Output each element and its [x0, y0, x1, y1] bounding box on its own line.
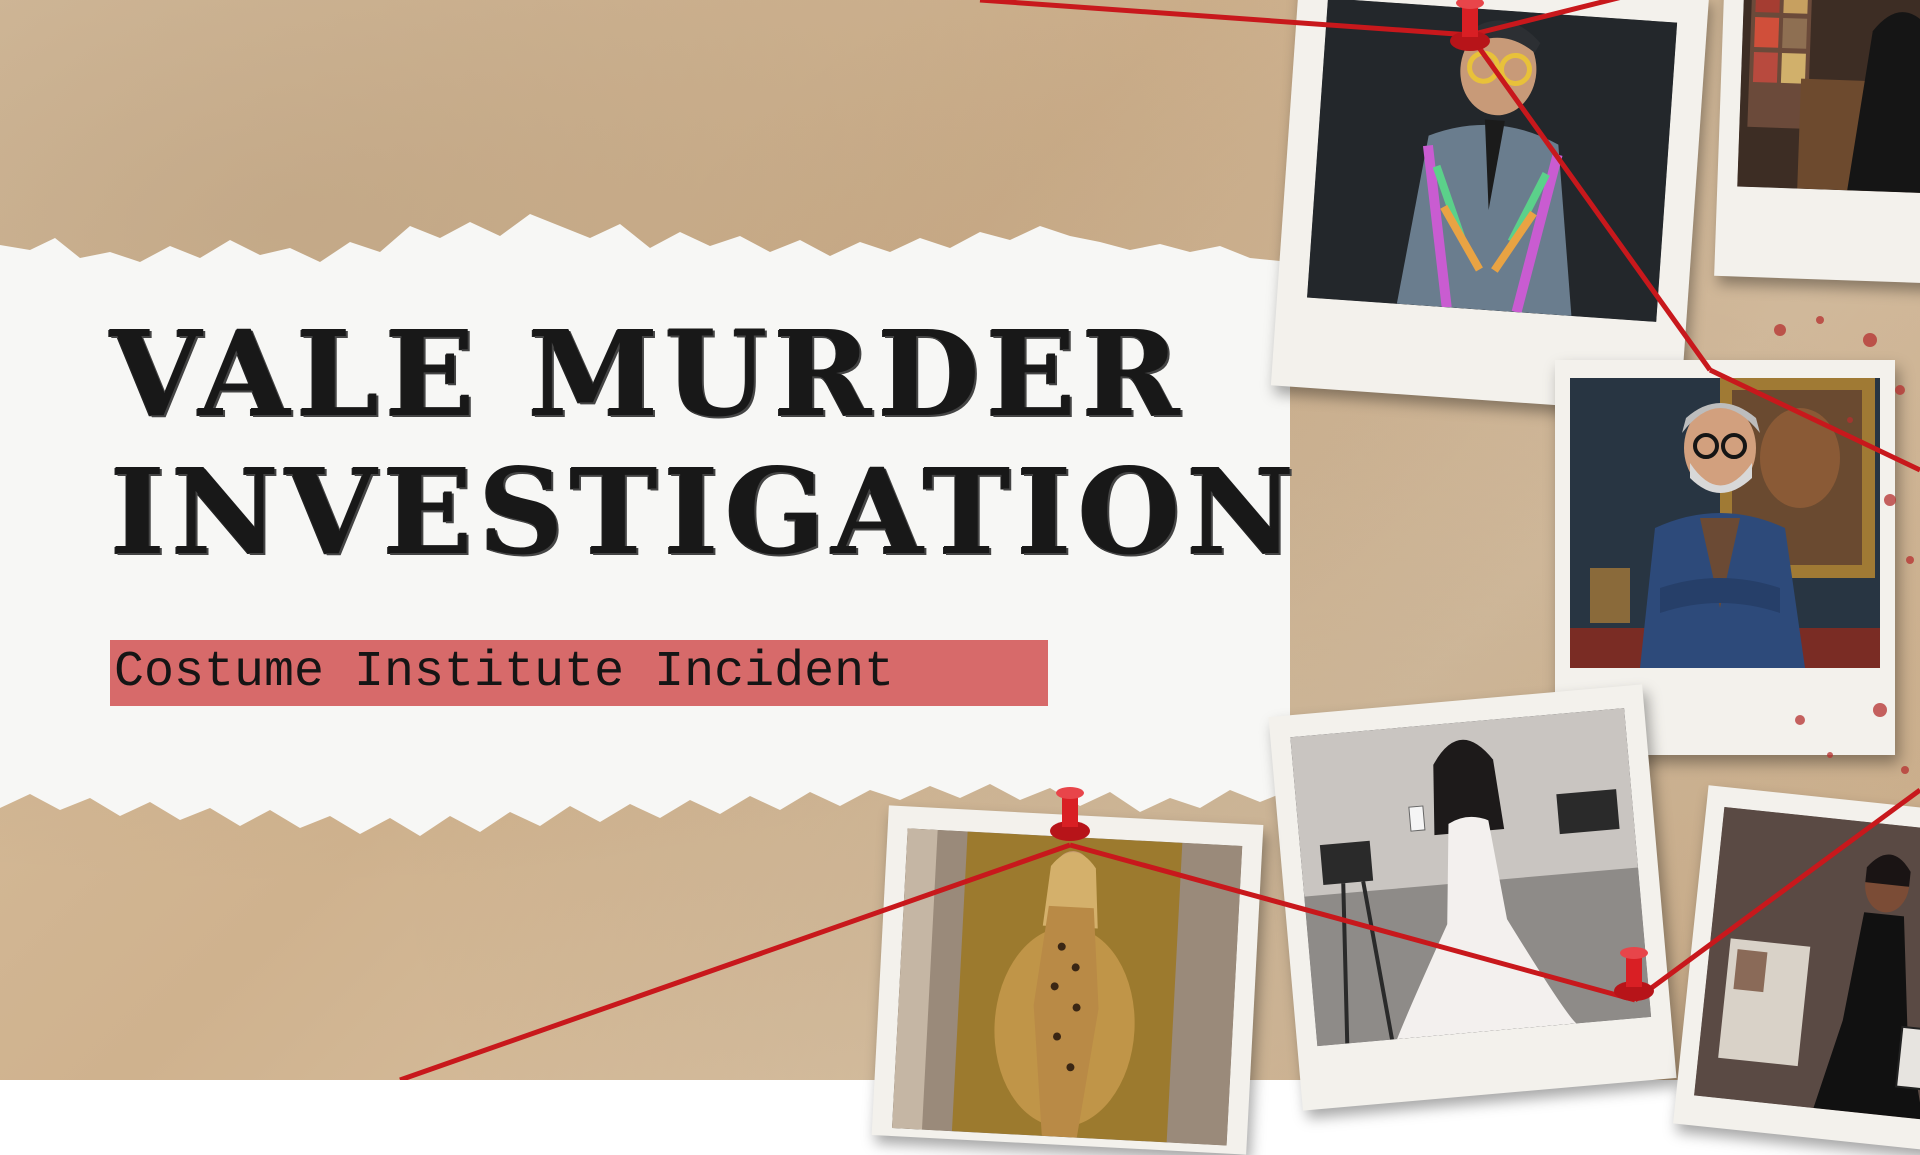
push-pin-icon: [1050, 787, 1090, 841]
blood-splatter: [1774, 316, 1914, 774]
push-pin-icon: [1614, 947, 1654, 1001]
red-string-network: [399, 0, 1920, 1080]
push-pin-icon: [1450, 0, 1490, 51]
